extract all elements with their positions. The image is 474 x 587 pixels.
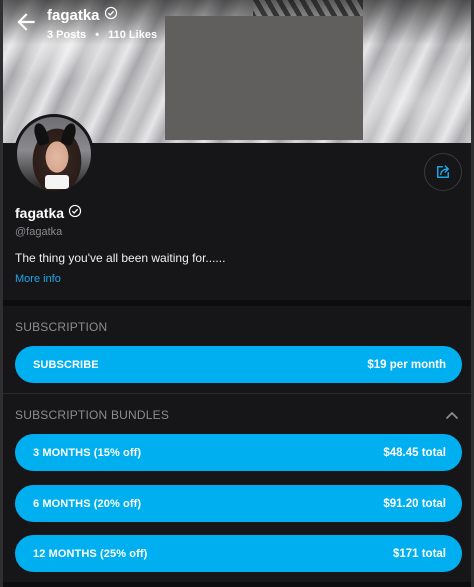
subscribe-label: SUBSCRIBE xyxy=(33,358,99,371)
back-arrow-icon[interactable] xyxy=(13,9,39,35)
posts-count: 3 Posts xyxy=(47,29,87,41)
blurred-region xyxy=(165,16,363,140)
verified-badge-icon xyxy=(68,204,82,221)
bundles-heading: SUBSCRIPTION BUNDLES xyxy=(15,408,170,422)
bottom-divider xyxy=(3,582,471,587)
bundle-6-months-button[interactable]: 6 MONTHS (20% off) $91.20 total xyxy=(15,485,462,522)
more-info-link[interactable]: More info xyxy=(15,273,61,285)
bundle-price: $48.45 total xyxy=(383,446,446,459)
likes-count: 110 Likes xyxy=(108,29,158,41)
stats-separator: • xyxy=(95,29,100,41)
bundle-price: $91.20 total xyxy=(383,497,446,510)
avatar[interactable] xyxy=(14,114,94,194)
bundle-12-months-button[interactable]: 12 MONTHS (25% off) $171 total xyxy=(15,535,462,572)
header-username: fagatka xyxy=(47,6,100,24)
section-divider xyxy=(3,300,471,306)
profile-page: fagatka 3 Posts • 110 Likes fagatka @fag… xyxy=(3,0,471,587)
bundle-label: 6 MONTHS (20% off) xyxy=(33,497,142,510)
divider-line xyxy=(3,393,471,394)
bundle-label: 12 MONTHS (25% off) xyxy=(33,547,148,560)
bundle-label: 3 MONTHS (15% off) xyxy=(33,446,142,459)
share-icon xyxy=(437,165,449,178)
subscribe-button[interactable]: SUBSCRIBE $19 per month xyxy=(15,346,462,383)
profile-bio: The thing you've all been waiting for...… xyxy=(15,251,226,265)
verified-badge-icon xyxy=(104,6,118,24)
header-info: fagatka 3 Posts • 110 Likes xyxy=(47,6,158,42)
subscribe-price: $19 per month xyxy=(367,358,446,371)
share-button[interactable] xyxy=(424,153,462,191)
bundle-price: $171 total xyxy=(392,547,446,560)
profile-name: fagatka xyxy=(15,204,82,221)
chevron-up-icon[interactable] xyxy=(444,408,460,422)
bundle-3-months-button[interactable]: 3 MONTHS (15% off) $48.45 total xyxy=(15,434,462,471)
subscription-heading: SUBSCRIPTION xyxy=(15,320,108,334)
profile-handle: @fagatka xyxy=(15,226,63,238)
